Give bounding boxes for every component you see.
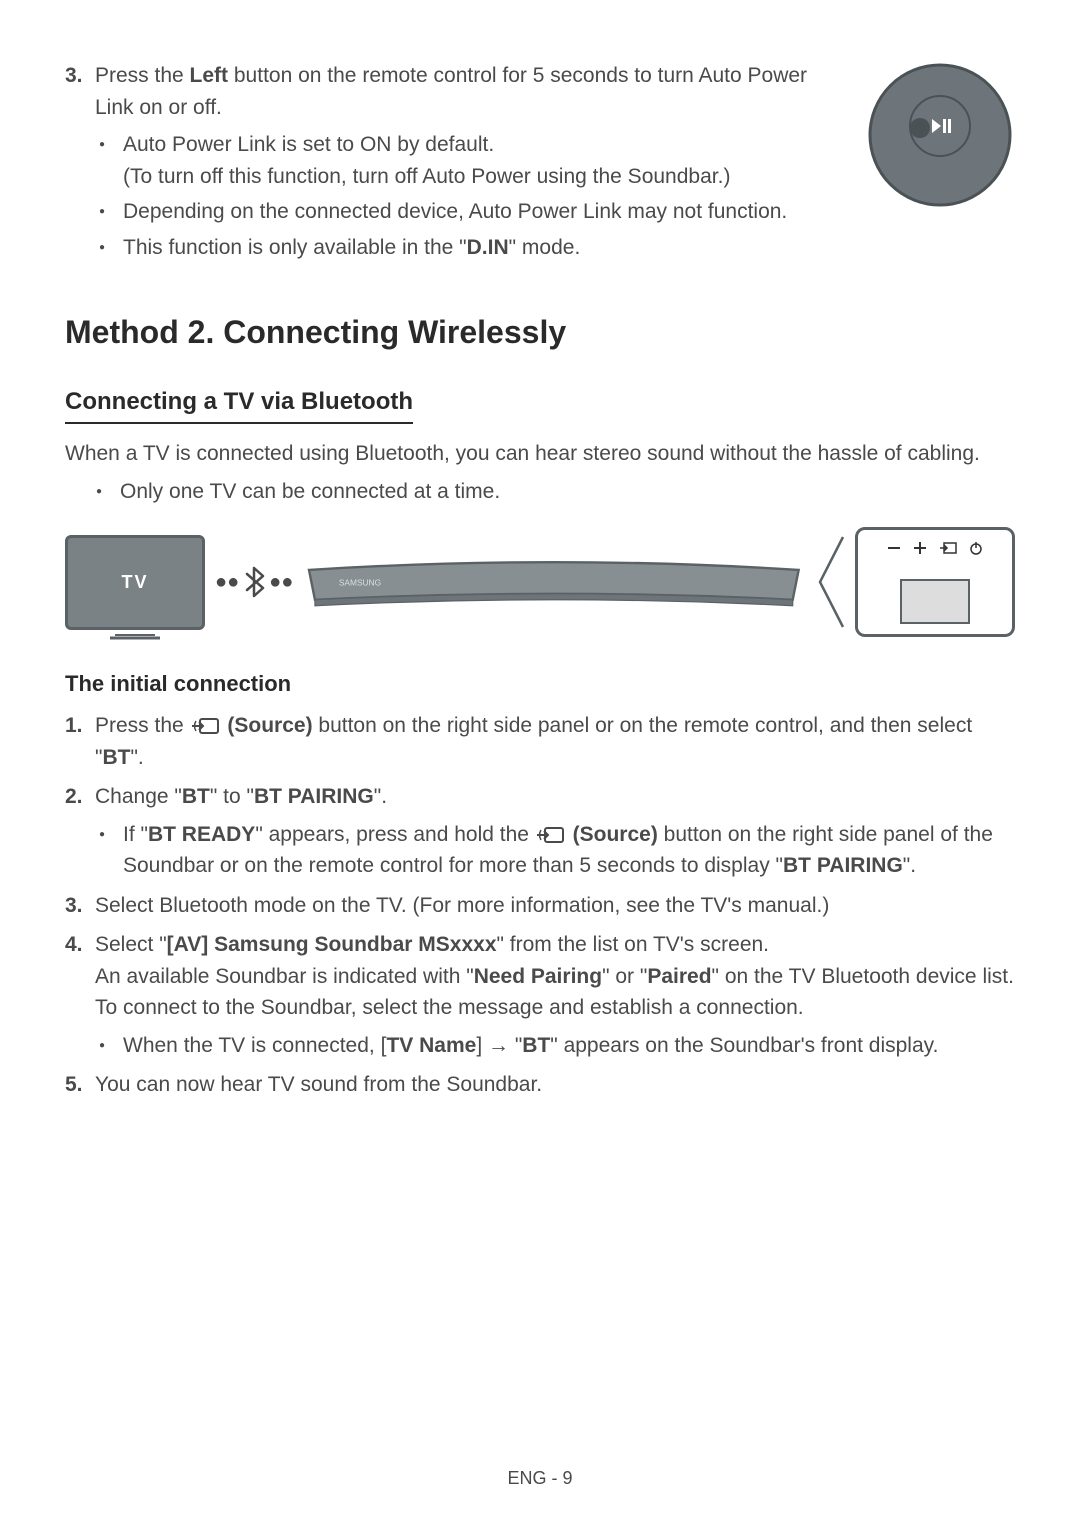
- tv-illustration: TV: [65, 535, 205, 630]
- bluetooth-icon: [243, 566, 265, 598]
- step3-text: Press the Left button on the remote cont…: [95, 64, 807, 119]
- plus-icon: [912, 540, 928, 556]
- method-2-heading: Method 2. Connecting Wirelessly: [65, 308, 1015, 356]
- step4-sub1: When the TV is connected, [TV Name] → "B…: [123, 1030, 1015, 1062]
- initial-connection-heading: The initial connection: [65, 667, 1015, 700]
- page-footer: ENG - 9: [0, 1465, 1080, 1492]
- initial-connection-steps: Press the (Source) button on the right s…: [65, 710, 1015, 1101]
- tv-label: TV: [121, 569, 148, 596]
- play-pause-remote-icon: [865, 60, 1015, 210]
- step-3b: Select Bluetooth mode on the TV. (For mo…: [95, 890, 1015, 922]
- remote-button-illustration: [865, 60, 1015, 210]
- bracket-icon: [815, 532, 845, 632]
- connection-diagram: TV ●● ●● SAMSUNG: [65, 527, 1015, 637]
- source-icon: [535, 825, 567, 845]
- display-screen-icon: [900, 579, 970, 624]
- step2-sublist: If "BT READY" appears, press and hold th…: [95, 819, 1015, 882]
- step3-sublist: Auto Power Link is set to ON by default.…: [95, 129, 845, 263]
- step3-sub3: This function is only available in the "…: [123, 232, 845, 264]
- power-icon: [968, 540, 984, 556]
- soundbar-illustration: SAMSUNG: [303, 552, 805, 612]
- page-content: Press the Left button on the remote cont…: [65, 60, 1015, 1101]
- source-panel-icon: [938, 540, 958, 556]
- step3-sub2: Depending on the connected device, Auto …: [123, 196, 845, 228]
- step-4: Select "[AV] Samsung Soundbar MSxxxx" fr…: [95, 929, 1015, 1061]
- step2-sub1: If "BT READY" appears, press and hold th…: [123, 819, 1015, 882]
- connecting-tv-bluetooth-heading: Connecting a TV via Bluetooth: [65, 384, 413, 424]
- step4-sublist: When the TV is connected, [TV Name] → "B…: [95, 1030, 1015, 1062]
- bluetooth-intro: When a TV is connected using Bluetooth, …: [65, 438, 1015, 470]
- step-2: Change "BT" to "BT PAIRING". If "BT READ…: [95, 781, 1015, 882]
- soundbar-display-illustration: [855, 527, 1015, 637]
- svg-text:SAMSUNG: SAMSUNG: [339, 578, 381, 588]
- step-1: Press the (Source) button on the right s…: [95, 710, 1015, 773]
- step-3: Press the Left button on the remote cont…: [95, 60, 845, 263]
- intro-bullet-list: Only one TV can be connected at a time.: [65, 476, 1015, 508]
- intro-bullet: Only one TV can be connected at a time.: [120, 476, 1015, 508]
- minus-icon: [886, 540, 902, 556]
- step3-sub1: Auto Power Link is set to ON by default.…: [123, 129, 845, 192]
- display-panel-icons: [886, 540, 984, 556]
- tv-stand-icon: [105, 634, 165, 642]
- step-5: You can now hear TV sound from the Sound…: [95, 1069, 1015, 1101]
- bluetooth-signal-icon: ●● ●●: [215, 566, 293, 598]
- source-icon: [190, 716, 222, 736]
